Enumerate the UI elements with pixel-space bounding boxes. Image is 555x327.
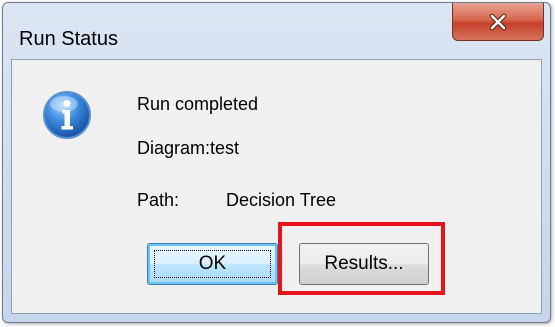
path-line: Path: Decision Tree [137,190,336,211]
diagram-value: test [210,138,240,158]
status-message: Run completed [137,94,259,114]
results-highlight-box [278,222,445,295]
path-label: Path: [137,190,180,210]
info-icon [43,91,91,139]
diagram-line: Diagram:test [137,138,239,159]
close-button[interactable] [452,3,544,41]
focus-rectangle [154,250,271,278]
window-title: Run Status [19,28,118,50]
run-status-dialog: Run Status Run completed Diagram:test Pa… [2,2,551,323]
ok-button[interactable]: OK [147,243,278,285]
diagram-label: Diagram: [137,138,211,158]
title-bar[interactable]: Run Status [3,3,550,59]
close-icon [489,13,507,30]
dialog-body: Run completed Diagram:test Path: Decisio… [11,59,542,314]
path-value: Decision Tree [226,190,337,210]
